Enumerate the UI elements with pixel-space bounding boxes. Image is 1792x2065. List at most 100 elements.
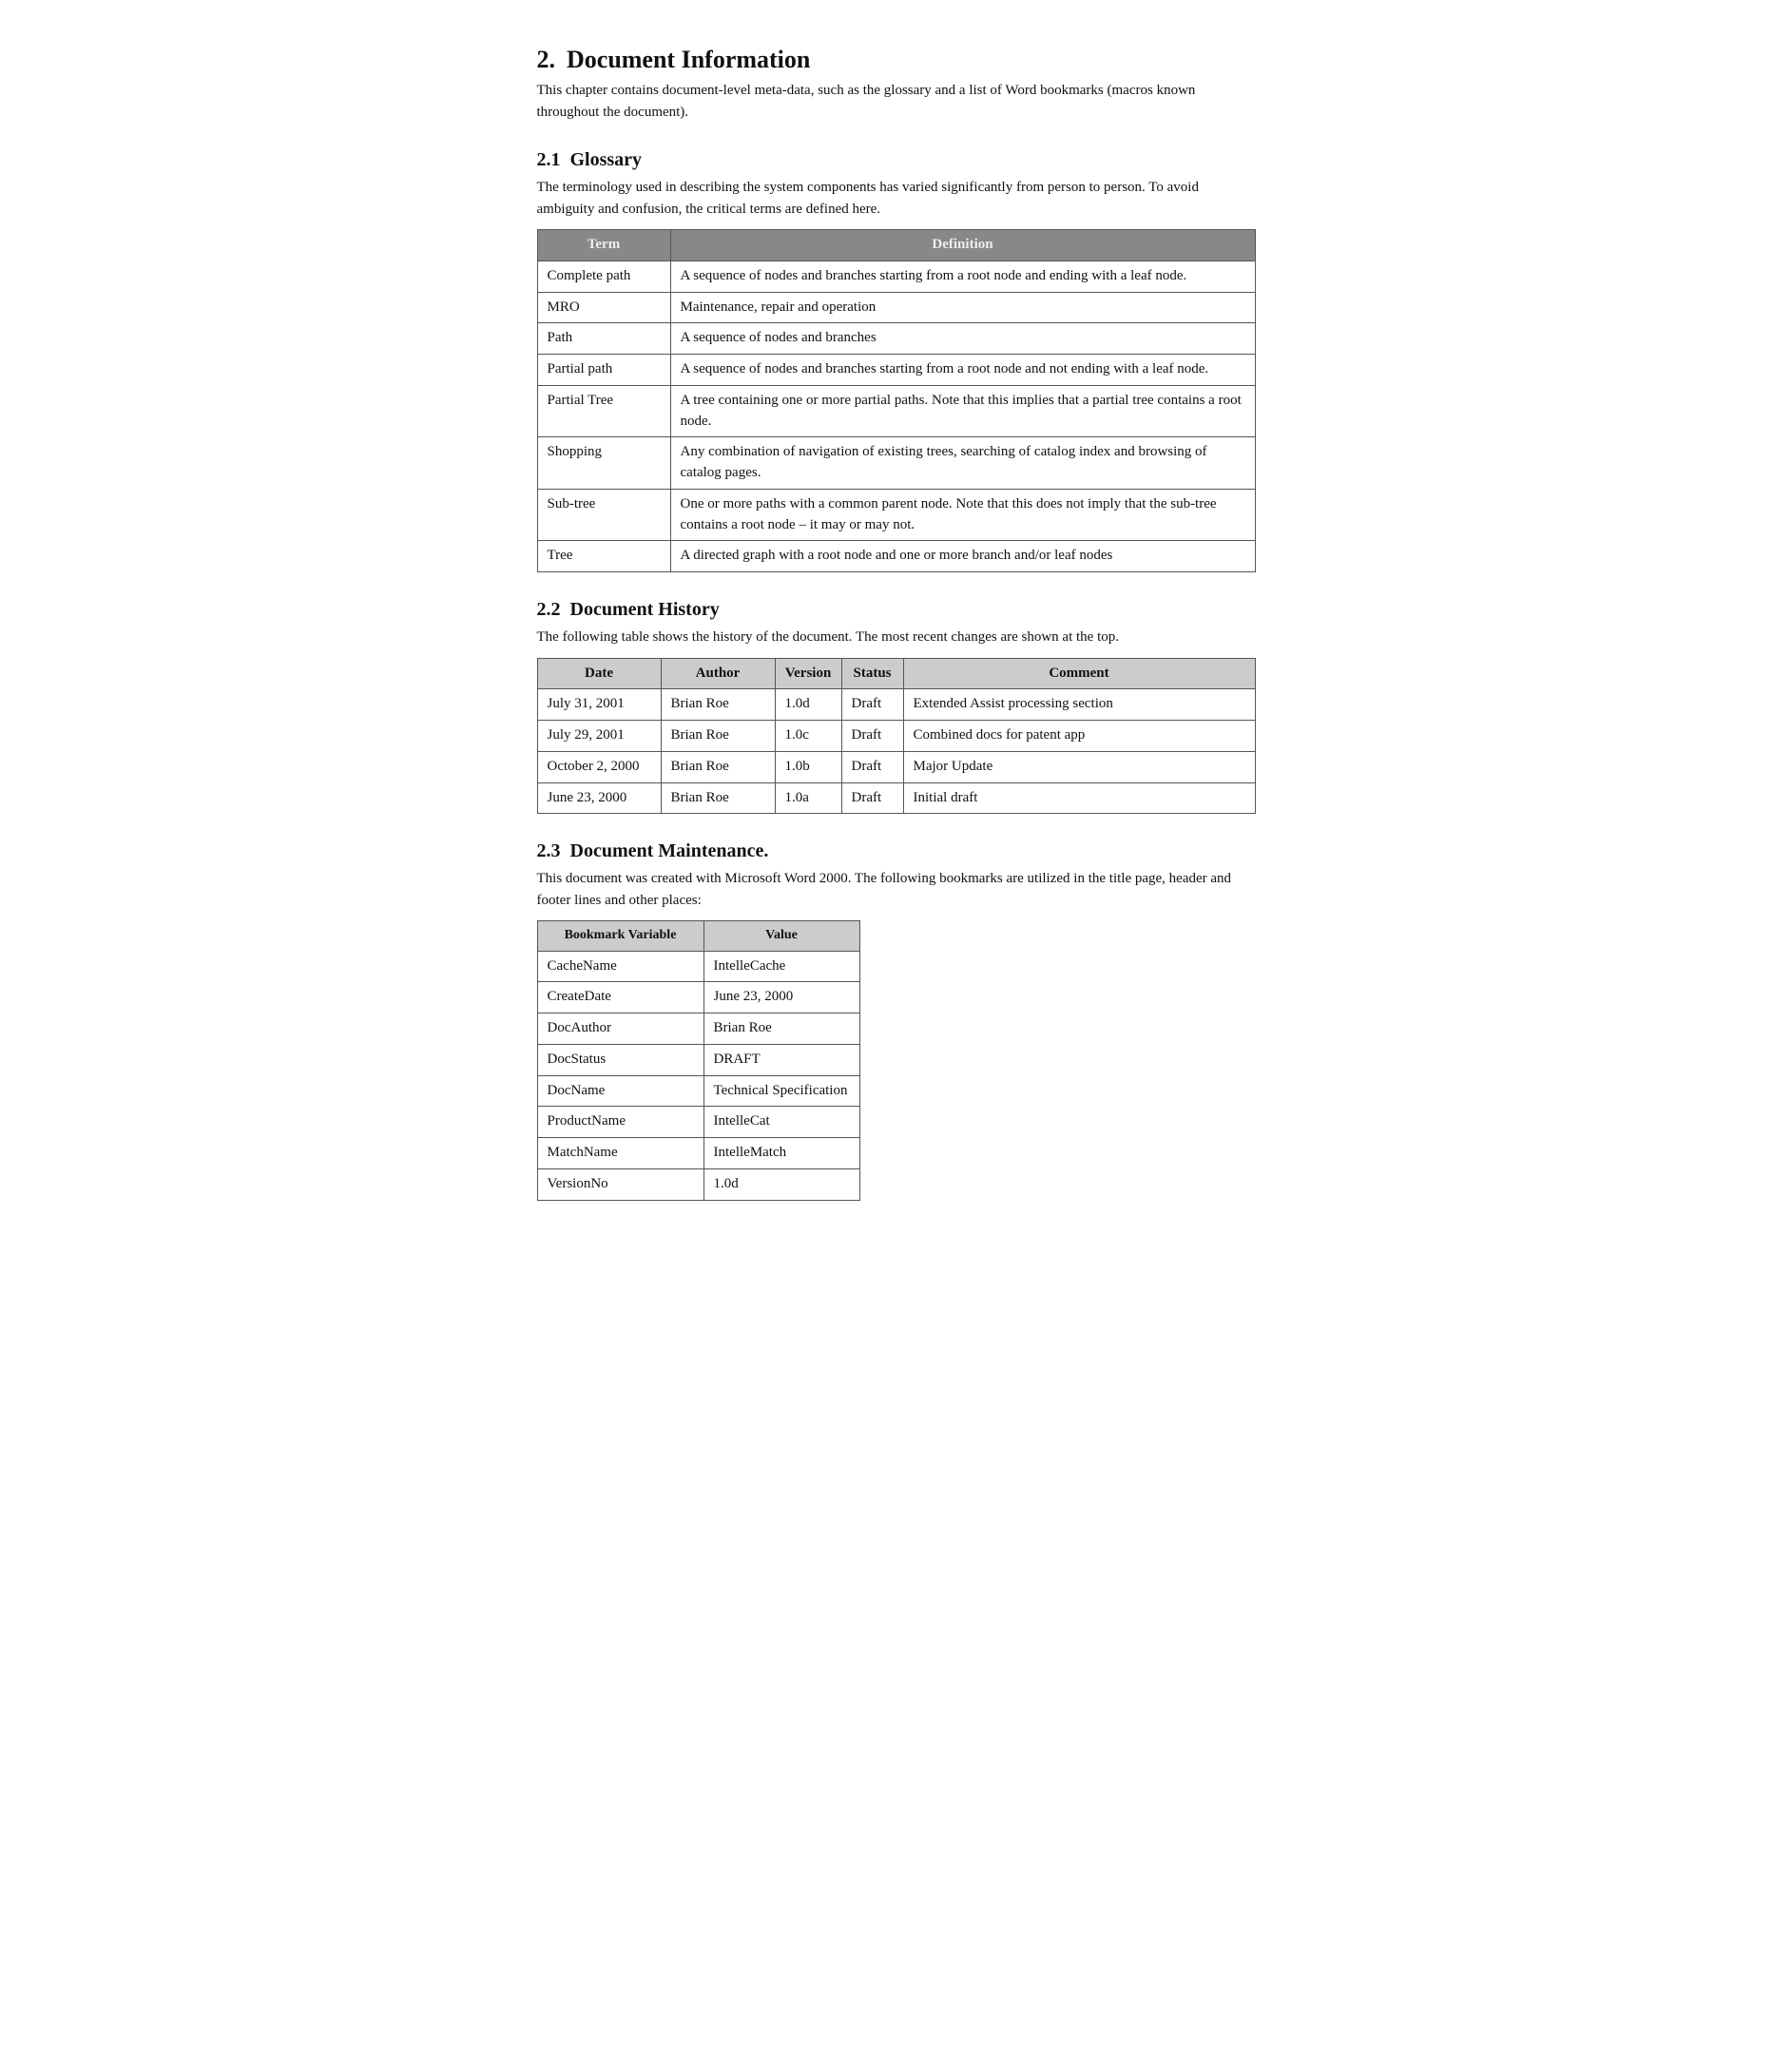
glossary-row: Path A sequence of nodes and branches <box>537 323 1255 355</box>
history-status: Draft <box>841 782 903 814</box>
history-status: Draft <box>841 751 903 782</box>
bookmark-row: DocName Technical Specification <box>537 1075 859 1107</box>
history-row: October 2, 2000 Brian Roe 1.0b Draft Maj… <box>537 751 1255 782</box>
glossary-row: Partial Tree A tree containing one or mo… <box>537 385 1255 437</box>
glossary-term: MRO <box>537 292 670 323</box>
glossary-definition: A directed graph with a root node and on… <box>670 541 1255 572</box>
bookmark-name: VersionNo <box>537 1168 703 1200</box>
history-date: July 29, 2001 <box>537 721 661 752</box>
bookmark-value: June 23, 2000 <box>703 982 859 1013</box>
bookmark-col-bookmark: Bookmark Variable <box>537 921 703 951</box>
bookmark-row: MatchName IntelleMatch <box>537 1138 859 1169</box>
section23-title: Document Maintenance. <box>570 840 769 862</box>
history-version: 1.0d <box>775 689 841 721</box>
glossary-row: Tree A directed graph with a root node a… <box>537 541 1255 572</box>
bookmark-name: CreateDate <box>537 982 703 1013</box>
bookmark-value: IntelleCat <box>703 1107 859 1138</box>
glossary-term: Path <box>537 323 670 355</box>
bookmark-col-value: Value <box>703 921 859 951</box>
bookmark-name: CacheName <box>537 951 703 982</box>
history-version: 1.0c <box>775 721 841 752</box>
history-col-author: Author <box>661 658 775 689</box>
glossary-definition: A sequence of nodes and branches <box>670 323 1255 355</box>
bookmark-table: Bookmark Variable Value CacheName Intell… <box>537 920 860 1200</box>
bookmark-name: DocStatus <box>537 1044 703 1075</box>
glossary-row: Sub-tree One or more paths with a common… <box>537 489 1255 541</box>
section21-title-row: 2.1 Glossary <box>537 149 1256 171</box>
history-table: Date Author Version Status Comment July … <box>537 658 1256 815</box>
section22-number: 2.2 <box>537 599 561 621</box>
section22-title: Document History <box>570 599 720 621</box>
section22-intro: The following table shows the history of… <box>537 627 1256 648</box>
glossary-term: Shopping <box>537 437 670 490</box>
bookmark-row: ProductName IntelleCat <box>537 1107 859 1138</box>
bookmark-value: IntelleMatch <box>703 1138 859 1169</box>
section21-intro: The terminology used in describing the s… <box>537 177 1256 220</box>
bookmark-name: MatchName <box>537 1138 703 1169</box>
glossary-definition: A tree containing one or more partial pa… <box>670 385 1255 437</box>
history-comment: Extended Assist processing section <box>903 689 1255 721</box>
section2-number: 2. <box>537 46 556 74</box>
bookmark-row: CacheName IntelleCache <box>537 951 859 982</box>
glossary-table: Term Definition Complete path A sequence… <box>537 229 1256 572</box>
glossary-col-def: Definition <box>670 230 1255 261</box>
glossary-term: Tree <box>537 541 670 572</box>
bookmark-value: Brian Roe <box>703 1013 859 1045</box>
glossary-definition: A sequence of nodes and branches startin… <box>670 355 1255 386</box>
history-comment: Initial draft <box>903 782 1255 814</box>
history-col-date: Date <box>537 658 661 689</box>
history-author: Brian Roe <box>661 689 775 721</box>
glossary-row: MRO Maintenance, repair and operation <box>537 292 1255 323</box>
section21-title: Glossary <box>570 149 643 171</box>
history-col-version: Version <box>775 658 841 689</box>
glossary-definition: One or more paths with a common parent n… <box>670 489 1255 541</box>
glossary-row: Complete path A sequence of nodes and br… <box>537 261 1255 292</box>
section21-number: 2.1 <box>537 149 561 171</box>
section23-intro: This document was created with Microsoft… <box>537 868 1256 911</box>
bookmark-row: DocAuthor Brian Roe <box>537 1013 859 1045</box>
bookmark-row: DocStatus DRAFT <box>537 1044 859 1075</box>
section22-title-row: 2.2 Document History <box>537 599 1256 621</box>
section23-number: 2.3 <box>537 840 561 862</box>
glossary-row: Partial path A sequence of nodes and bra… <box>537 355 1255 386</box>
section2-title-row: 2. Document Information <box>537 46 1256 74</box>
history-date: October 2, 2000 <box>537 751 661 782</box>
bookmark-row: VersionNo 1.0d <box>537 1168 859 1200</box>
bookmark-row: CreateDate June 23, 2000 <box>537 982 859 1013</box>
section2-title: Document Information <box>567 46 810 74</box>
history-date: June 23, 2000 <box>537 782 661 814</box>
section2-intro: This chapter contains document-level met… <box>537 80 1256 123</box>
history-author: Brian Roe <box>661 751 775 782</box>
bookmark-value: IntelleCache <box>703 951 859 982</box>
glossary-term: Partial path <box>537 355 670 386</box>
glossary-term: Partial Tree <box>537 385 670 437</box>
history-status: Draft <box>841 721 903 752</box>
history-col-status: Status <box>841 658 903 689</box>
history-author: Brian Roe <box>661 782 775 814</box>
history-version: 1.0a <box>775 782 841 814</box>
history-row: July 29, 2001 Brian Roe 1.0c Draft Combi… <box>537 721 1255 752</box>
history-date: July 31, 2001 <box>537 689 661 721</box>
bookmark-value: 1.0d <box>703 1168 859 1200</box>
glossary-definition: A sequence of nodes and branches startin… <box>670 261 1255 292</box>
history-col-comment: Comment <box>903 658 1255 689</box>
history-row: June 23, 2000 Brian Roe 1.0a Draft Initi… <box>537 782 1255 814</box>
glossary-row: Shopping Any combination of navigation o… <box>537 437 1255 490</box>
bookmark-name: ProductName <box>537 1107 703 1138</box>
glossary-col-term: Term <box>537 230 670 261</box>
glossary-term: Complete path <box>537 261 670 292</box>
bookmark-value: Technical Specification <box>703 1075 859 1107</box>
history-status: Draft <box>841 689 903 721</box>
history-version: 1.0b <box>775 751 841 782</box>
glossary-term: Sub-tree <box>537 489 670 541</box>
history-comment: Combined docs for patent app <box>903 721 1255 752</box>
bookmark-name: DocName <box>537 1075 703 1107</box>
history-comment: Major Update <box>903 751 1255 782</box>
history-author: Brian Roe <box>661 721 775 752</box>
glossary-definition: Maintenance, repair and operation <box>670 292 1255 323</box>
bookmark-value: DRAFT <box>703 1044 859 1075</box>
section23-title-row: 2.3 Document Maintenance. <box>537 840 1256 862</box>
glossary-definition: Any combination of navigation of existin… <box>670 437 1255 490</box>
bookmark-name: DocAuthor <box>537 1013 703 1045</box>
history-row: July 31, 2001 Brian Roe 1.0d Draft Exten… <box>537 689 1255 721</box>
